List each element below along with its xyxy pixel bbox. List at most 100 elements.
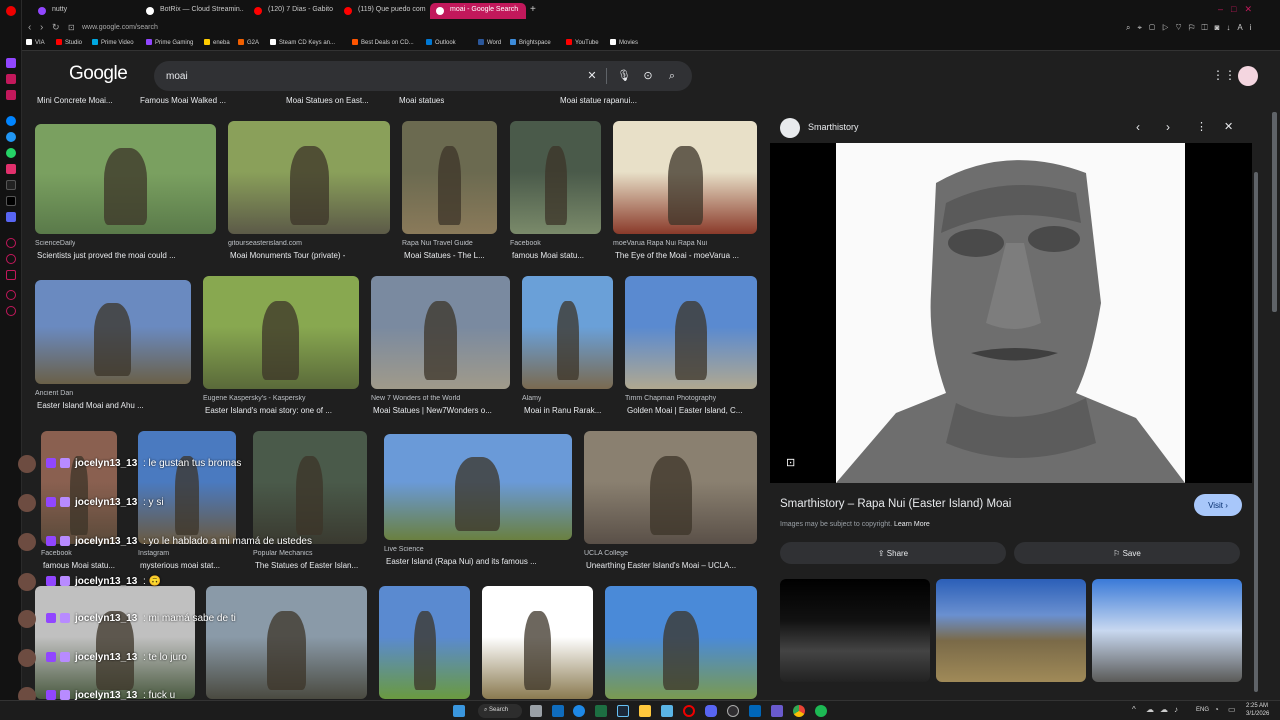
result-title[interactable]: The Eye of the Moai - moeVarua ... [615, 251, 739, 260]
top-row-title[interactable]: Moai statue rapanui... [560, 96, 637, 105]
vscode-icon[interactable] [749, 705, 761, 717]
result-source[interactable]: Rapa Nui Travel Guide [402, 240, 473, 247]
result-thumbnail[interactable] [613, 121, 757, 234]
history-icon[interactable] [6, 238, 16, 248]
learn-more-link[interactable]: Learn More [894, 521, 930, 528]
result-title[interactable]: Easter Island's moai story: one of ... [205, 406, 332, 415]
result-source[interactable]: moeVarua Rapa Nui Rapa Nui [613, 240, 707, 247]
bookmark-item[interactable]: Word [478, 39, 501, 46]
tray-chevron-icon[interactable]: ^ [1132, 705, 1136, 714]
bookmark-item[interactable]: Prime Gaming [146, 39, 193, 46]
result-thumbnail[interactable] [522, 276, 613, 389]
top-row-title[interactable]: Famous Moai Walked ... [140, 96, 226, 105]
start-icon[interactable] [453, 705, 465, 717]
search-box[interactable]: ✕ 🎙 ⊙ ⌕ [154, 61, 692, 91]
discord-taskbar-icon[interactable] [705, 705, 717, 717]
panel-title[interactable]: Smarthistory – Rapa Nui (Easter Island) … [780, 498, 1011, 510]
result-title[interactable]: Moai in Ranu Rarak... [524, 406, 601, 415]
visit-button[interactable]: Visit › [1194, 494, 1242, 516]
bookmark-item[interactable]: Best Deals on CD... [352, 39, 414, 46]
result-title[interactable]: Easter Island Moai and Ahu ... [37, 401, 144, 410]
top-row-title[interactable]: Moai Statues on East... [286, 96, 369, 105]
result-title[interactable]: Scientists just proved the moai could ..… [37, 251, 176, 260]
tab-0[interactable]: nutty [32, 3, 136, 19]
steam-icon[interactable] [617, 705, 629, 717]
lens-icon[interactable]: ⊙ [640, 68, 656, 84]
opera-taskbar-icon[interactable] [683, 705, 695, 717]
result-title[interactable]: Unearthing Easter Island's Moai – UCLA..… [586, 561, 736, 570]
extensions-icon[interactable] [6, 306, 16, 316]
bookmark-item[interactable]: Movies [610, 39, 638, 46]
result-source[interactable]: Timm Chapman Photography [625, 395, 716, 402]
bookmark-item[interactable]: VIA [26, 39, 45, 46]
result-thumbnail[interactable] [605, 586, 757, 699]
panel-source[interactable]: Smarthistory [808, 122, 859, 132]
pin-icon[interactable]: ⌖ [1137, 23, 1149, 32]
forward-icon[interactable]: › [40, 22, 43, 33]
result-source[interactable]: UCLA College [584, 550, 628, 557]
discord-icon[interactable] [6, 212, 16, 222]
tab-1[interactable]: BotRix — Cloud Streamin... [140, 3, 244, 19]
close-panel-icon[interactable]: ✕ [1224, 120, 1233, 133]
result-source[interactable]: Facebook [41, 550, 72, 557]
result-title[interactable]: Golden Moai | Easter Island, C... [627, 406, 742, 415]
taskbar-search[interactable]: ⌕ Search [478, 704, 522, 718]
next-image-icon[interactable]: › [1166, 120, 1170, 134]
bookmark-item[interactable]: Outlook [426, 39, 456, 46]
clock-time[interactable]: 2:25 AM [1246, 703, 1268, 709]
result-thumbnail[interactable] [510, 121, 601, 234]
instagram-icon[interactable] [6, 164, 16, 174]
volume-icon[interactable]: ♪ [1174, 705, 1184, 714]
result-thumbnail[interactable] [379, 586, 470, 699]
result-source[interactable]: Alamy [522, 395, 541, 402]
result-thumbnail[interactable] [35, 280, 191, 384]
send-icon[interactable]: ▷ [1162, 23, 1175, 32]
related-image-2[interactable] [936, 579, 1086, 682]
bookmark-item[interactable]: Studio [56, 39, 82, 46]
tab-3[interactable]: (119) Que puedo compra... [338, 3, 426, 19]
excel-icon[interactable] [595, 705, 607, 717]
heart-icon[interactable] [6, 270, 16, 280]
profile-icon[interactable]: ◙ [1215, 23, 1227, 32]
result-source[interactable]: Popular Mechanics [253, 550, 313, 557]
result-thumbnail[interactable] [228, 121, 390, 234]
task-view-icon[interactable] [530, 705, 542, 717]
bookmark-item[interactable]: Steam CD Keys an... [270, 39, 335, 46]
result-thumbnail[interactable] [384, 434, 572, 540]
search-icon[interactable]: ⌕ [664, 68, 680, 84]
result-thumbnail[interactable] [402, 121, 497, 234]
settings-icon[interactable] [6, 290, 16, 300]
clock-icon[interactable] [6, 254, 16, 264]
wifi-icon[interactable]: ◔ [1214, 705, 1219, 714]
explorer-icon[interactable] [639, 705, 651, 717]
result-thumbnail[interactable] [206, 586, 367, 699]
zoom-icon[interactable]: ⌕ [1126, 23, 1137, 32]
back-icon[interactable]: ‹ [28, 22, 31, 33]
clear-icon[interactable]: ✕ [584, 68, 600, 84]
more-options-icon[interactable]: ⋮ [1196, 120, 1207, 133]
clock-date[interactable]: 3/1/2026 [1246, 711, 1269, 717]
tiktok-icon[interactable] [6, 180, 16, 190]
result-thumbnail[interactable] [138, 431, 236, 544]
result-source[interactable]: Facebook [510, 240, 541, 247]
result-thumbnail[interactable] [203, 276, 359, 389]
site-info-icon[interactable]: ⊡ [68, 23, 75, 32]
result-source[interactable]: Instagram [138, 550, 169, 557]
minimize-icon[interactable]: – [1218, 4, 1231, 14]
new-tab-button[interactable]: + [530, 4, 536, 15]
related-image-1[interactable] [780, 579, 930, 682]
result-source[interactable]: Live Science [384, 546, 424, 553]
search-input[interactable] [166, 68, 566, 84]
opera-logo-icon[interactable] [6, 6, 16, 16]
download-icon[interactable]: ↓ [1226, 23, 1237, 32]
reload-icon[interactable]: ↻ [52, 22, 60, 33]
result-title[interactable]: The Statues of Easter Islan... [255, 561, 358, 570]
result-thumbnail[interactable] [35, 586, 195, 699]
app-icon-11[interactable] [771, 705, 783, 717]
news-icon[interactable] [6, 90, 16, 100]
extension-icon[interactable]: ◫ [1201, 23, 1214, 32]
result-title[interactable]: Moai Statues - The L... [404, 251, 485, 260]
bookmark-icon[interactable]: ⚐ [1189, 23, 1202, 32]
maximize-icon[interactable]: □ [1231, 4, 1244, 14]
related-image-3[interactable] [1092, 579, 1242, 682]
